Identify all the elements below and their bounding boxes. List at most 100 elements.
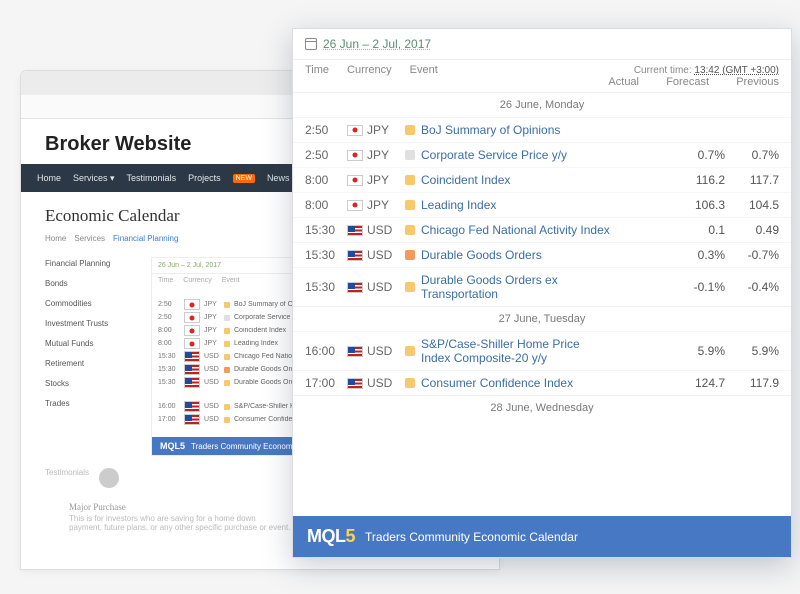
importance-icon bbox=[224, 367, 230, 373]
mini-currency: USD bbox=[204, 416, 220, 423]
mini-currency: JPY bbox=[204, 301, 220, 308]
event-currency: USD bbox=[367, 280, 405, 294]
event-row[interactable]: 15:30 USD Chicago Fed National Activity In… bbox=[293, 217, 791, 242]
nav-testimonials[interactable]: Testimonials bbox=[127, 173, 177, 183]
flag-icon bbox=[184, 401, 200, 412]
event-row[interactable]: 8:00JPYCoincident Index116.2117.7 bbox=[293, 167, 791, 192]
sidebar-item[interactable]: Commodities bbox=[45, 297, 137, 310]
avatar bbox=[99, 468, 119, 488]
nav-new-badge: NEW bbox=[233, 174, 255, 183]
event-name[interactable]: Durable Goods Orders bbox=[421, 248, 617, 262]
current-time-value: 13:42 (GMT +3:00) bbox=[694, 65, 779, 76]
flag-icon bbox=[184, 351, 200, 362]
nav-projects[interactable]: Projects bbox=[188, 173, 221, 183]
breadcrumb-services[interactable]: Services bbox=[74, 234, 105, 243]
event-name[interactable]: Consumer Confidence Index bbox=[421, 376, 617, 390]
event-currency: USD bbox=[367, 223, 405, 237]
mini-time: 15:30 bbox=[158, 379, 180, 386]
mini-col-event: Event bbox=[222, 277, 240, 284]
event-row[interactable]: 15:30USDDurable Goods Orders ex Transpor… bbox=[293, 267, 791, 306]
card-title: Major Purchase bbox=[69, 502, 291, 512]
day-heading: 28 June, Wednesday bbox=[293, 395, 791, 420]
sidebar-item[interactable]: Bonds bbox=[45, 277, 137, 290]
event-previous: 117.9 bbox=[725, 376, 779, 390]
importance-icon bbox=[224, 341, 230, 347]
flag-icon bbox=[347, 346, 367, 357]
sidebar-item[interactable]: Trades bbox=[45, 397, 137, 410]
mini-time: 15:30 bbox=[158, 353, 180, 360]
event-forecast: 0.7% bbox=[671, 148, 725, 162]
flag-icon bbox=[347, 200, 367, 211]
event-previous: 117.7 bbox=[725, 173, 779, 187]
event-previous: -0.4% bbox=[725, 280, 779, 294]
event-row[interactable]: 2:50JPYCorporate Service Price y/y0.7%0.… bbox=[293, 142, 791, 167]
current-time[interactable]: Current time: 13:42 (GMT +3:00) bbox=[634, 65, 779, 76]
col-previous: Previous bbox=[725, 76, 779, 88]
flag-icon bbox=[184, 312, 200, 323]
flag-icon bbox=[184, 364, 200, 375]
event-name[interactable]: S&P/Case-Shiller Home Price Index Compos… bbox=[421, 337, 617, 365]
event-name[interactable]: Leading Index bbox=[421, 198, 617, 212]
importance-icon bbox=[405, 346, 421, 356]
sidebar-item[interactable]: Financial Planning bbox=[45, 257, 137, 270]
nav-home[interactable]: Home bbox=[37, 173, 61, 183]
day-heading: 26 June, Monday bbox=[293, 92, 791, 117]
event-name[interactable]: Durable Goods Orders ex Transportation bbox=[421, 273, 617, 301]
importance-icon bbox=[405, 175, 421, 185]
event-name[interactable]: BoJ Summary of Opinions bbox=[421, 123, 617, 137]
importance-icon bbox=[405, 378, 421, 388]
event-row[interactable]: 15:30USDDurable Goods Orders0.3%-0.7% bbox=[293, 242, 791, 267]
flag-icon bbox=[184, 325, 200, 336]
event-previous: 104.5 bbox=[725, 198, 779, 212]
breadcrumb-home[interactable]: Home bbox=[45, 234, 66, 243]
date-range-picker[interactable]: 26 Jun – 2 Jul, 2017 bbox=[293, 29, 791, 60]
current-time-label: Current time: bbox=[634, 65, 692, 76]
breadcrumb-current: Financial Planning bbox=[113, 234, 178, 243]
flag-icon bbox=[184, 377, 200, 388]
event-row[interactable]: 17:00USDConsumer Confidence Index124.711… bbox=[293, 370, 791, 395]
mini-currency: USD bbox=[204, 353, 220, 360]
flag-icon bbox=[347, 150, 367, 161]
event-time: 15:30 bbox=[305, 223, 347, 237]
card-text: This is for investors who are saving for… bbox=[69, 514, 291, 532]
mini-footer-logo: MQL5 bbox=[160, 441, 185, 451]
event-row[interactable]: 2:50JPYBoJ Summary of Opinions bbox=[293, 117, 791, 142]
sidebar-item[interactable]: Mutual Funds bbox=[45, 337, 137, 350]
event-currency: USD bbox=[367, 248, 405, 262]
sidebar-item[interactable]: Investment Trusts bbox=[45, 317, 137, 330]
event-name[interactable]: Corporate Service Price y/y bbox=[421, 148, 617, 162]
event-forecast: 124.7 bbox=[671, 376, 725, 390]
col-actual: Actual bbox=[585, 76, 639, 88]
nav-services[interactable]: Services ▾ bbox=[73, 173, 115, 184]
event-row[interactable]: 8:00JPYLeading Index106.3104.5 bbox=[293, 192, 791, 217]
flag-icon bbox=[347, 250, 367, 261]
importance-icon bbox=[224, 315, 230, 321]
event-name[interactable]: Chicago Fed National Activity Index bbox=[421, 223, 617, 237]
event-forecast: 0.3% bbox=[671, 248, 725, 262]
importance-icon bbox=[405, 125, 421, 135]
testimonials-label: Testimonials bbox=[45, 468, 89, 477]
calendar-panel: 26 Jun – 2 Jul, 2017 Time Currency Event… bbox=[292, 28, 792, 558]
flag-icon bbox=[184, 338, 200, 349]
event-currency: JPY bbox=[367, 123, 405, 137]
event-name[interactable]: Coincident Index bbox=[421, 173, 617, 187]
event-time: 8:00 bbox=[305, 173, 347, 187]
day-heading: 27 June, Tuesday bbox=[293, 306, 791, 331]
importance-icon bbox=[405, 282, 421, 292]
event-forecast: 116.2 bbox=[671, 173, 725, 187]
sidebar-item[interactable]: Stocks bbox=[45, 377, 137, 390]
mini-time: 2:50 bbox=[158, 314, 180, 321]
date-range-text: 26 Jun – 2 Jul, 2017 bbox=[323, 37, 431, 51]
calendar-footer[interactable]: MQL5 Traders Community Economic Calendar bbox=[293, 516, 791, 557]
importance-icon bbox=[405, 225, 421, 235]
importance-icon bbox=[224, 354, 230, 360]
footer-text: Traders Community Economic Calendar bbox=[365, 530, 578, 544]
flag-icon bbox=[347, 225, 367, 236]
footer-logo: MQL5 bbox=[307, 526, 355, 547]
mini-currency: JPY bbox=[204, 340, 220, 347]
event-forecast: 0.1 bbox=[671, 223, 725, 237]
event-row[interactable]: 16:00USDS&P/Case-Shiller Home Price Inde… bbox=[293, 331, 791, 370]
mini-col-time: Time bbox=[158, 277, 173, 284]
sidebar-item[interactable]: Retirement bbox=[45, 357, 137, 370]
mini-time: 15:30 bbox=[158, 366, 180, 373]
